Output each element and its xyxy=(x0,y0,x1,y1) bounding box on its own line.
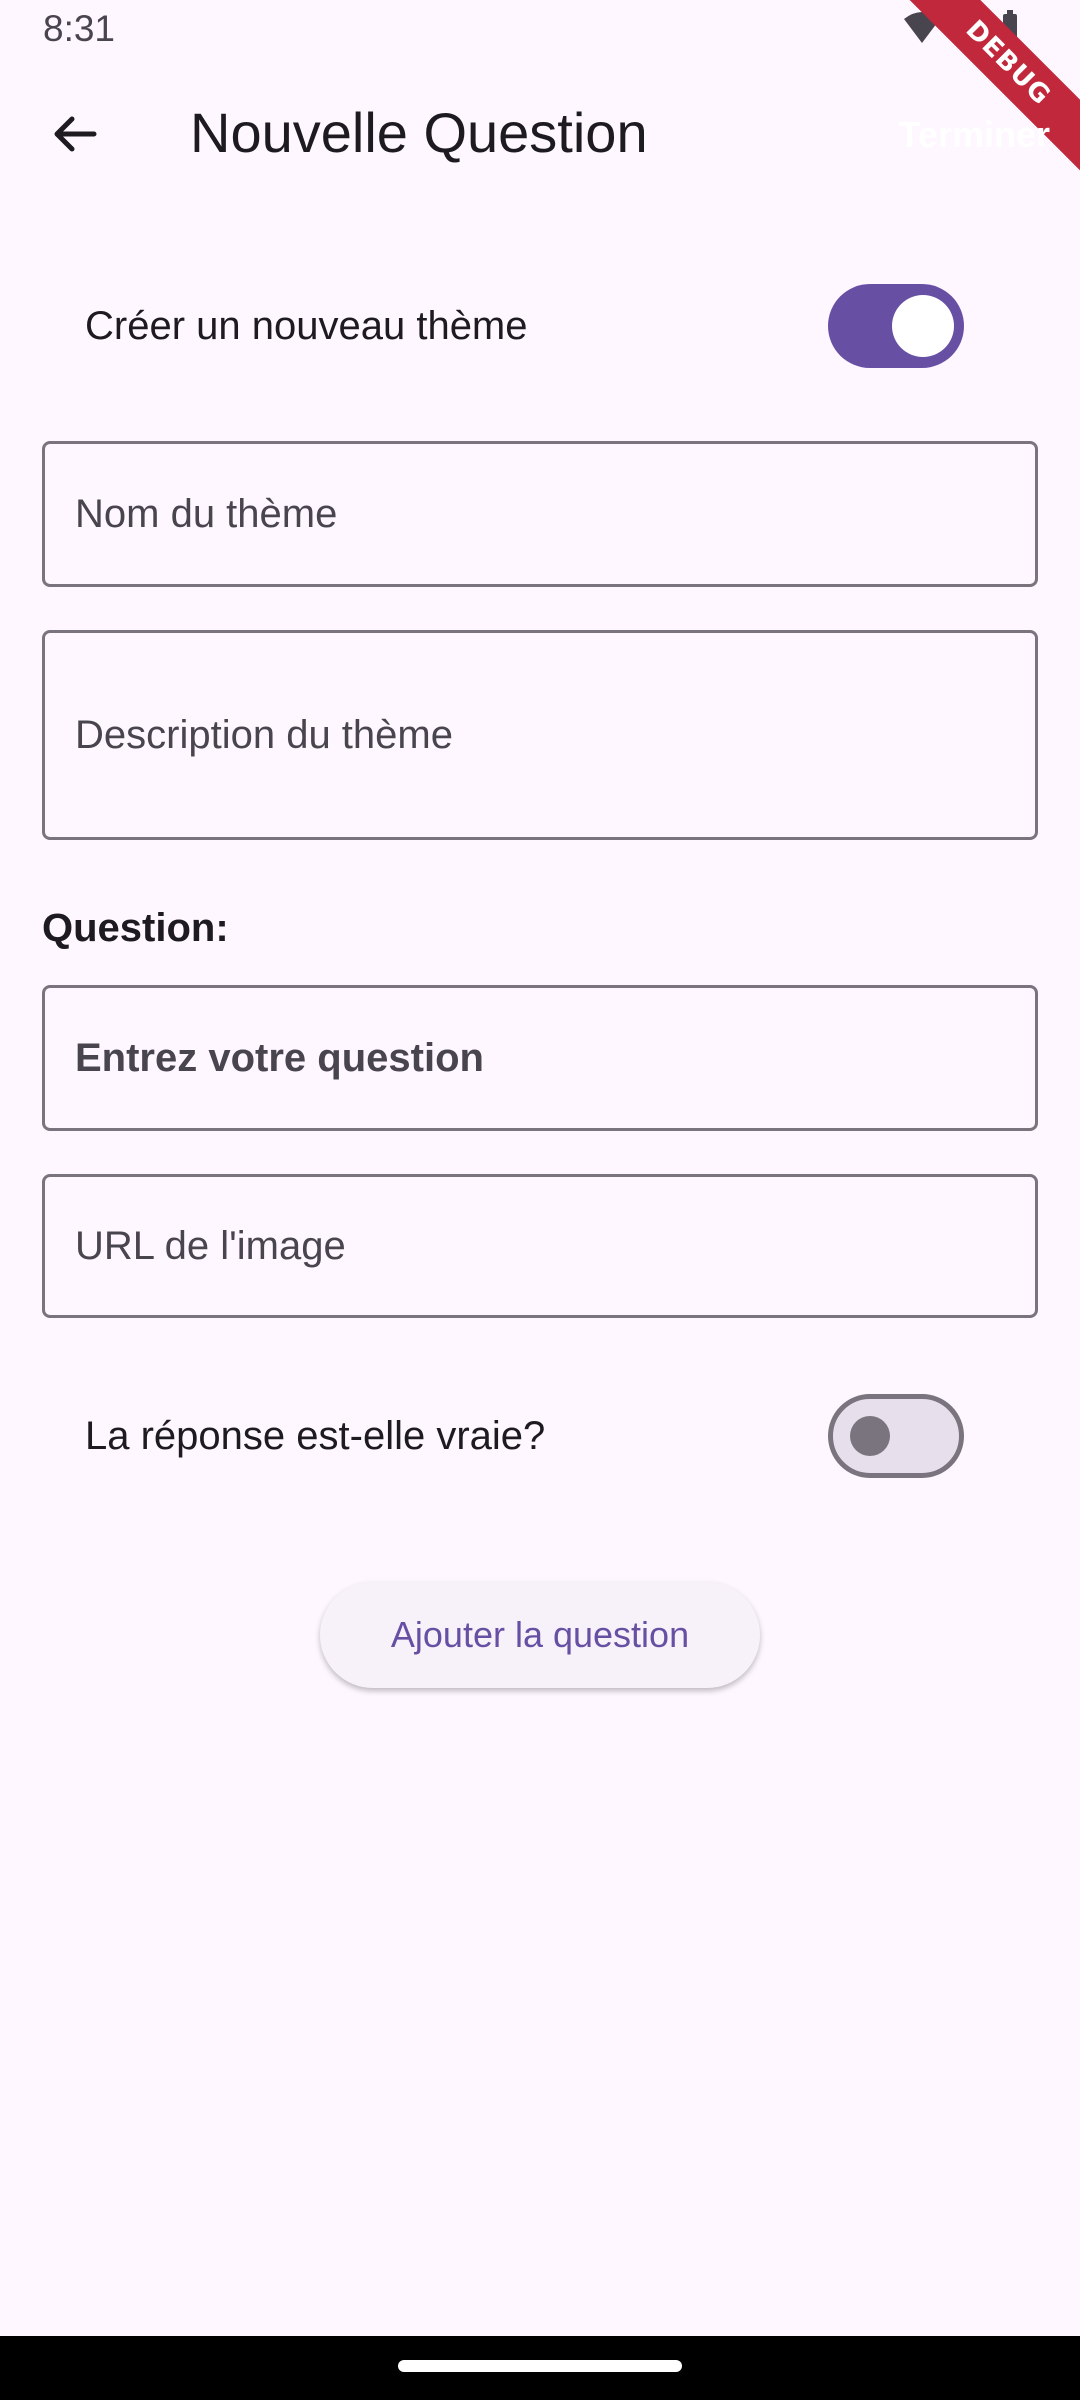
arrow-back-icon xyxy=(54,116,97,152)
add-question-button[interactable]: Ajouter la question xyxy=(320,1582,760,1688)
question-field[interactable]: Entrez votre question xyxy=(42,985,1038,1131)
toggle-knob xyxy=(892,295,954,357)
question-placeholder: Entrez votre question xyxy=(75,1036,484,1080)
back-button[interactable] xyxy=(42,102,106,166)
status-time: 8:31 xyxy=(43,8,116,49)
answer-true-toggle[interactable] xyxy=(828,1394,964,1478)
page-title: Nouvelle Question xyxy=(190,101,648,164)
system-navigation-bar xyxy=(0,2336,1080,2400)
image-url-placeholder: URL de l'image xyxy=(75,1224,346,1268)
answer-true-row: La réponse est-elle vraie? xyxy=(0,1382,1080,1492)
toggle-knob xyxy=(850,1416,890,1456)
theme-name-placeholder: Nom du thème xyxy=(75,492,338,536)
question-section-label: Question: xyxy=(42,906,229,950)
theme-description-placeholder: Description du thème xyxy=(75,713,453,757)
answer-true-label: La réponse est-elle vraie? xyxy=(85,1414,546,1458)
home-handle[interactable] xyxy=(398,2360,682,2372)
create-theme-label: Créer un nouveau thème xyxy=(85,304,528,348)
image-url-field[interactable]: URL de l'image xyxy=(42,1174,1038,1318)
app-bar: Nouvelle Question Terminer xyxy=(0,62,1080,210)
theme-name-field[interactable]: Nom du thème xyxy=(42,441,1038,587)
create-theme-toggle[interactable] xyxy=(828,284,964,368)
finish-button[interactable]: Terminer xyxy=(899,114,1050,156)
theme-description-field[interactable]: Description du thème xyxy=(42,630,1038,840)
create-theme-row: Créer un nouveau thème xyxy=(0,272,1080,382)
